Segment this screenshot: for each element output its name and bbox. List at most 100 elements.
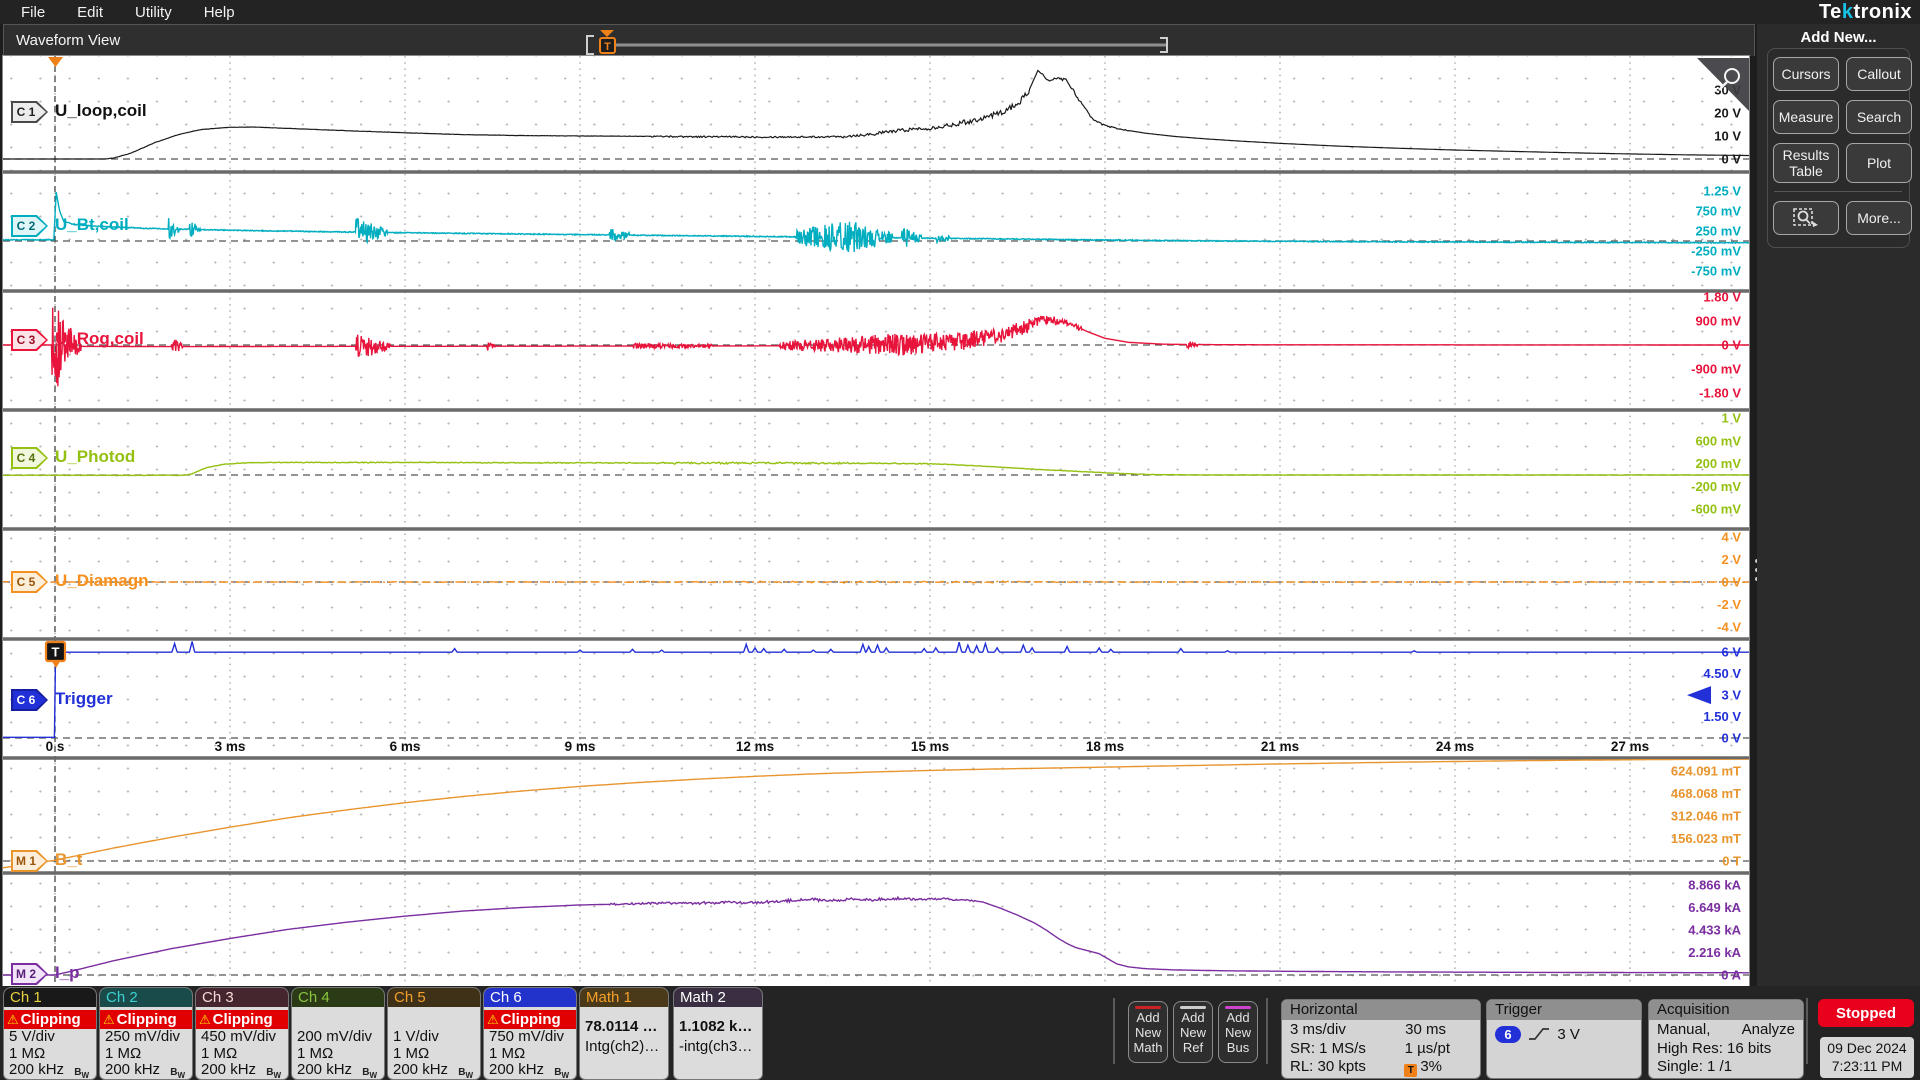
trigger-source-badge: 6 [1495, 1026, 1521, 1043]
channel-setting: 750 mV/div [489, 1029, 576, 1046]
badge-title: Ch 2 [100, 988, 192, 1007]
channel-label-c4[interactable]: U_Photod [55, 447, 135, 467]
channel-label-c2[interactable]: U_Bt,coil [55, 215, 129, 235]
channel-setting: 1 MΩ [297, 1046, 384, 1063]
channel-badge-ch-1[interactable]: Ch 1⚠Clipping5 V/div1 MΩ200 kHzBW [3, 987, 97, 1080]
channel-label-c6[interactable]: Trigger [55, 689, 113, 709]
channel-label-m2[interactable]: I_p [55, 963, 80, 983]
date: 09 Dec 2024 [1820, 1039, 1914, 1057]
svg-text:1.80 V: 1.80 V [1703, 289, 1741, 304]
zoom-select-icon [1791, 205, 1821, 229]
svg-text:18 ms: 18 ms [1086, 739, 1124, 754]
footer-bar: Ch 1⚠Clipping5 V/div1 MΩ200 kHzBWCh 2 ⚠Cl… [0, 986, 1920, 1080]
channel-setting: 1 MΩ [201, 1046, 288, 1063]
channel-badge-ch-4[interactable]: Ch 4200 mV/div1 MΩ200 kHzBW [291, 987, 385, 1080]
math-value: 1.1082 k… [679, 1007, 762, 1037]
warning-icon: ⚠ [487, 1012, 499, 1028]
trace-c1 [3, 71, 1749, 160]
svg-text:750 mV: 750 mV [1695, 204, 1741, 219]
svg-text:-1.80 V: -1.80 V [1699, 386, 1741, 401]
svg-text:8.866 kA: 8.866 kA [1688, 878, 1741, 893]
svg-text:9 ms: 9 ms [565, 739, 596, 754]
math-badge-math-2[interactable]: Math 21.1082 k…-intg(ch3… [673, 987, 763, 1080]
horizontal-panel[interactable]: Horizontal 3 ms/div30 ms SR: 1 MS/s1 µs/… [1281, 999, 1481, 1079]
svg-text:1.25 V: 1.25 V [1703, 184, 1741, 199]
bandwidth-limit-icon: BW [458, 1065, 473, 1080]
svg-text:-750 mV: -750 mV [1691, 264, 1741, 279]
menu-items: File Edit Utility Help [0, 4, 235, 21]
horizontal-pan-zoom-ribbon[interactable]: T [580, 28, 1176, 56]
tektronix-logo: Tektronix [1819, 1, 1912, 24]
add-new-bus-button[interactable]: AddNewBus [1218, 1001, 1258, 1063]
waveform-plot: 30 V20 V10 V0 V1.25 V750 mV250 mV-250 mV… [3, 56, 1749, 986]
add-new-ref-button[interactable]: AddNewRef [1173, 1001, 1213, 1063]
zoom-corner-icon[interactable] [1697, 58, 1749, 111]
svg-text:3 V: 3 V [1721, 688, 1741, 703]
divider [1774, 191, 1902, 192]
warning-icon: ⚠ [199, 1012, 211, 1028]
svg-text:1 V: 1 V [1721, 411, 1741, 426]
acquisition-single: Single: 1 /1 [1657, 1058, 1732, 1077]
acquisition-panel-title: Acquisition [1649, 1000, 1803, 1020]
svg-text:T: T [52, 645, 60, 660]
svg-text:-900 mV: -900 mV [1691, 362, 1741, 377]
add-new-results-table-button[interactable]: Results Table [1773, 143, 1839, 183]
channel-badge-ch-3[interactable]: Ch 3⚠Clipping450 mV/div1 MΩ200 kHzBW [195, 987, 289, 1080]
channel-label-c5[interactable]: U_Diamagn [55, 571, 149, 591]
menu-item-help[interactable]: Help [204, 4, 235, 21]
channel-setting: 200 kHzBW [9, 1062, 96, 1079]
svg-text:250 mV: 250 mV [1695, 224, 1741, 239]
menu-item-file[interactable]: File [21, 4, 45, 21]
right-panel: Add New... CursorsCalloutMeasureSearchRe… [1757, 24, 1920, 986]
ribbon-left-bracket [587, 36, 594, 54]
trigger-level: 3 V [1557, 1026, 1580, 1043]
trace-c2 [3, 192, 1749, 252]
math-badge-math-1[interactable]: Math 178.0114 …Intg(ch2)… [579, 987, 669, 1080]
badge-title: Math 2 [674, 988, 762, 1007]
acquisition-panel[interactable]: Acquisition Manual,Analyze High Res: 16 … [1648, 999, 1804, 1079]
add-new-cursors-button[interactable]: Cursors [1773, 57, 1839, 91]
channel-label-c1[interactable]: U_loop,coil [55, 101, 147, 121]
badge-title: Ch 3 [196, 988, 288, 1007]
channel-setting: 450 mV/div [201, 1029, 288, 1046]
channel-badge-ch-2[interactable]: Ch 2⚠Clipping250 mV/div1 MΩ200 kHzBW [99, 987, 193, 1080]
more-button[interactable]: More... [1846, 201, 1912, 235]
trace-c3 [3, 308, 1749, 387]
add-new-math-button[interactable]: AddNewMath [1128, 1001, 1168, 1063]
horizontal-span: 30 ms [1405, 1021, 1446, 1040]
trigger-position-arrow-icon [600, 30, 614, 37]
menu-item-edit[interactable]: Edit [77, 4, 103, 21]
svg-text:2.216 kA: 2.216 kA [1688, 945, 1741, 960]
trigger-position-marker [48, 57, 63, 67]
menu-item-utility[interactable]: Utility [135, 4, 172, 21]
channel-setting: 5 V/div [9, 1029, 96, 1046]
svg-text:1.50 V: 1.50 V [1703, 709, 1741, 724]
horizontal-record-length: RL: 30 kpts [1290, 1058, 1366, 1077]
trigger-panel[interactable]: Trigger 6 3 V [1486, 999, 1642, 1079]
trigger-source-flag: T [46, 642, 65, 668]
add-new-callout-button[interactable]: Callout [1846, 57, 1912, 91]
svg-text:6 ms: 6 ms [390, 739, 421, 754]
svg-text:-600 mV: -600 mV [1691, 502, 1741, 517]
channel-badge-ch-5[interactable]: Ch 51 V/div1 MΩ200 kHzBW [387, 987, 481, 1080]
channel-label-c3[interactable]: U_Rog,coil [55, 329, 144, 349]
svg-text:15 ms: 15 ms [911, 739, 949, 754]
trace-c5 [3, 581, 1749, 583]
horizontal-trigger-position: 3% [1420, 1058, 1442, 1075]
bandwidth-limit-icon: BW [74, 1065, 89, 1080]
trace-c4 [3, 462, 1749, 476]
add-new-heading: Add New... [1757, 29, 1920, 46]
acquisition-mode: Manual, [1657, 1021, 1710, 1040]
svg-text:6.649 kA: 6.649 kA [1688, 900, 1741, 915]
zoom-select-button[interactable] [1773, 201, 1839, 235]
svg-text:0 T: 0 T [1722, 854, 1741, 869]
channel-label-m1[interactable]: B_t [55, 850, 82, 870]
clipping-warning: ⚠Clipping [100, 1010, 192, 1029]
waveform-grid[interactable]: 30 V20 V10 V0 V1.25 V750 mV250 mV-250 mV… [3, 56, 1749, 986]
add-new-search-button[interactable]: Search [1846, 100, 1912, 134]
svg-text:3 ms: 3 ms [215, 739, 246, 754]
add-new-plot-button[interactable]: Plot [1846, 143, 1912, 183]
add-new-measure-button[interactable]: Measure [1773, 100, 1839, 134]
run-stop-button[interactable]: Stopped [1818, 999, 1914, 1027]
channel-badge-ch-6[interactable]: Ch 6⚠Clipping750 mV/div1 MΩ200 kHzBW [483, 987, 577, 1080]
